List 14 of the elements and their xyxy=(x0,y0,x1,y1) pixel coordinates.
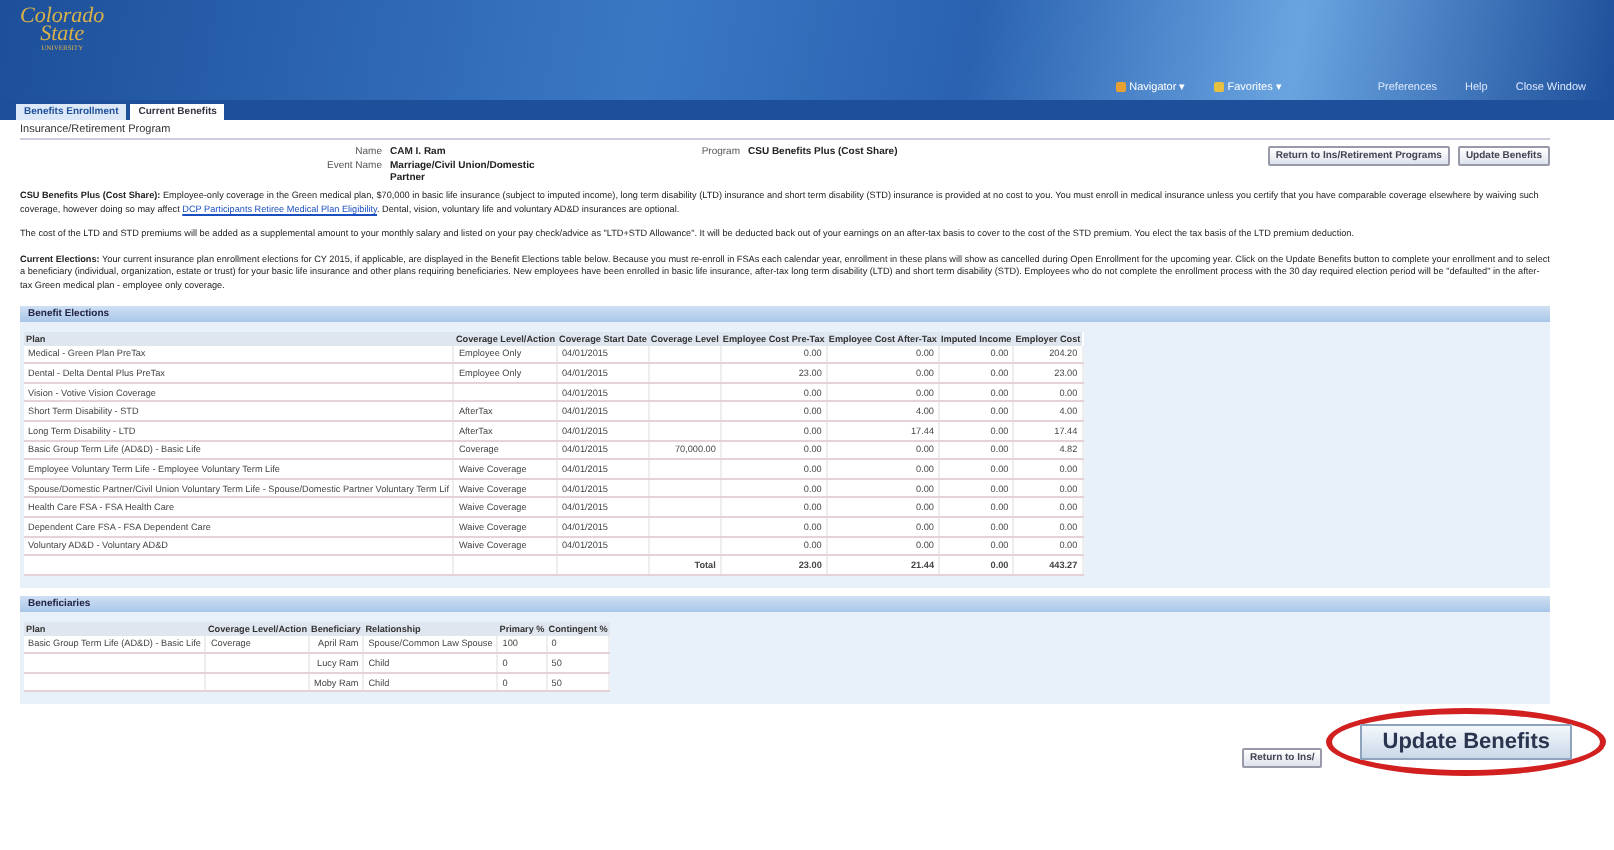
table-cell xyxy=(648,345,721,364)
table-cell xyxy=(648,497,721,517)
table-cell xyxy=(648,401,721,421)
table-cell xyxy=(648,363,721,383)
table-cell xyxy=(453,382,557,402)
table-cell xyxy=(648,382,721,402)
table-cell xyxy=(648,478,721,498)
table-cell xyxy=(648,420,721,441)
update-benefits-button[interactable]: Update Benefits xyxy=(1360,724,1572,761)
table-cell xyxy=(648,459,721,479)
table-cell xyxy=(648,516,721,536)
table-cell xyxy=(205,672,309,692)
table-cell xyxy=(205,653,309,673)
table-cell xyxy=(648,536,721,556)
